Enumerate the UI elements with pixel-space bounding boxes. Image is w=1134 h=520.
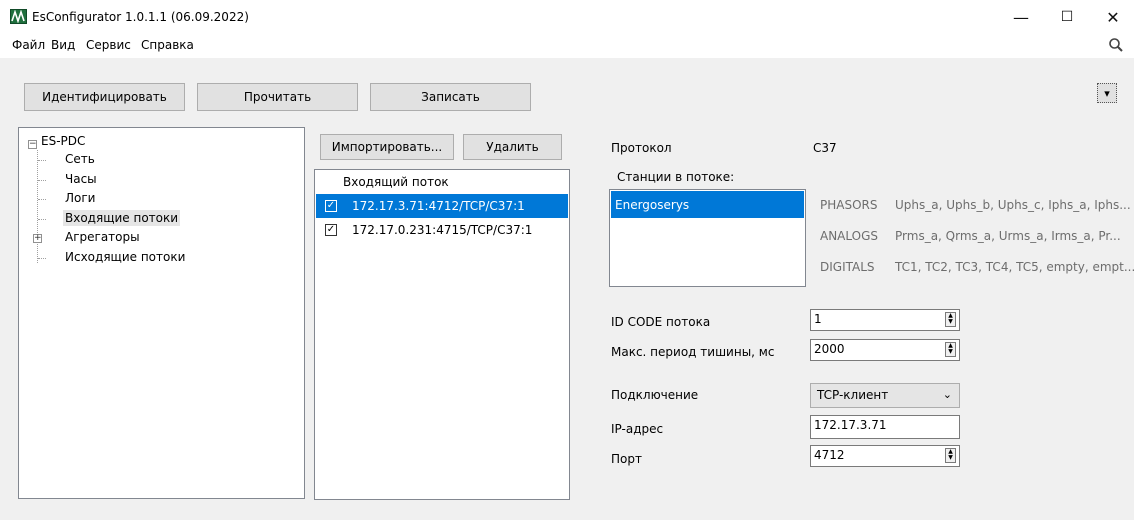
ip-field[interactable]: 172.17.3.71: [810, 415, 960, 439]
stations-list: Energoserys: [609, 189, 806, 287]
menu-file[interactable]: Файл: [12, 38, 45, 52]
stream-row[interactable]: ✓ 172.17.3.71:4712/TCP/C37:1: [316, 194, 568, 218]
tree-connector: [37, 150, 38, 263]
analogs-label: ANALOGS: [820, 229, 879, 243]
chevron-down-icon: ⌄: [942, 388, 952, 401]
port-field[interactable]: 4712 ▲ ▼: [810, 445, 960, 467]
ip-value: 172.17.3.71: [814, 418, 887, 432]
close-button[interactable]: ✕: [1090, 0, 1134, 34]
tree-item-logs[interactable]: Логи: [65, 191, 95, 205]
read-button[interactable]: Прочитать: [197, 83, 358, 111]
menu-bar: Файл Вид Сервис Справка: [0, 34, 1134, 58]
identify-button[interactable]: Идентифицировать: [24, 83, 185, 111]
search-icon[interactable]: [1108, 37, 1124, 56]
stream-row[interactable]: ✓ 172.17.0.231:4715/TCP/C37:1: [316, 219, 568, 241]
phasors-label: PHASORS: [820, 198, 878, 212]
idcode-field[interactable]: 1 ▲ ▼: [810, 309, 960, 331]
tree-connector: [38, 160, 46, 161]
tree-item-outgoing-streams[interactable]: Исходящие потоки: [65, 250, 185, 264]
phasors-value: Uphs_a, Uphs_b, Uphs_c, Iphs_a, Iphs...: [895, 198, 1131, 212]
connection-select[interactable]: TCP-клиент ⌄: [810, 383, 960, 408]
tree-connector: [38, 180, 46, 181]
silence-field[interactable]: 2000 ▲ ▼: [810, 339, 960, 361]
station-name: Energoserys: [615, 198, 690, 212]
tree-connector: [38, 199, 46, 200]
menu-help[interactable]: Справка: [141, 38, 194, 52]
station-row[interactable]: Energoserys: [611, 191, 804, 218]
stream-list: Входящий поток ✓ 172.17.3.71:4712/TCP/C3…: [314, 169, 570, 500]
device-tree: − ES-PDC Сеть Часы Логи Входящие потоки …: [18, 127, 305, 499]
idcode-label: ID CODE потока: [611, 315, 711, 329]
ip-label: IP-адрес: [611, 422, 664, 436]
analogs-value: Prms_a, Qrms_a, Urms_a, Irms_a, Pr...: [895, 229, 1121, 243]
tree-connector: [38, 219, 46, 220]
maximize-button[interactable]: ☐: [1044, 0, 1090, 34]
protocol-value: C37: [813, 141, 837, 155]
title-bar: EsConfigurator 1.0.1.1 (06.09.2022) — ☐ …: [0, 0, 1134, 34]
menu-view[interactable]: Вид: [51, 38, 75, 52]
port-value: 4712: [814, 448, 845, 462]
spin-arrows-icon[interactable]: ▲ ▼: [945, 448, 956, 463]
stream-label: 172.17.3.71:4712/TCP/C37:1: [352, 199, 525, 213]
digitals-label: DIGITALS: [820, 260, 875, 274]
menu-service[interactable]: Сервис: [86, 38, 131, 52]
app-logo-icon: [10, 9, 27, 24]
silence-label: Макс. период тишины, мс: [611, 345, 775, 359]
minimize-button[interactable]: —: [998, 0, 1044, 34]
tree-root[interactable]: ES-PDC: [41, 134, 85, 148]
spin-arrows-icon[interactable]: ▲ ▼: [945, 342, 956, 357]
expand-icon[interactable]: +: [33, 234, 42, 243]
collapse-icon[interactable]: −: [28, 140, 37, 149]
tree-item-clock[interactable]: Часы: [65, 172, 97, 186]
port-label: Порт: [611, 452, 642, 466]
stream-checkbox[interactable]: ✓: [325, 224, 337, 236]
stream-label: 172.17.0.231:4715/TCP/C37:1: [352, 223, 533, 237]
delete-button[interactable]: Удалить: [463, 134, 562, 160]
silence-value: 2000: [814, 342, 845, 356]
stations-label: Станции в потоке:: [617, 170, 735, 184]
write-button[interactable]: Записать: [370, 83, 531, 111]
protocol-label: Протокол: [611, 141, 672, 155]
spin-arrows-icon[interactable]: ▲ ▼: [945, 312, 956, 327]
tree-connector: [38, 258, 46, 259]
window-title: EsConfigurator 1.0.1.1 (06.09.2022): [32, 10, 249, 24]
idcode-value: 1: [814, 312, 822, 326]
column-header[interactable]: Входящий поток: [343, 175, 449, 189]
digitals-value: TC1, TC2, TC3, TC4, TC5, empty, empt...: [895, 260, 1134, 274]
connection-label: Подключение: [611, 388, 699, 402]
tree-item-incoming-streams[interactable]: Входящие потоки: [63, 210, 181, 226]
stream-checkbox[interactable]: ✓: [325, 200, 337, 212]
options-dropdown-button[interactable]: ▾: [1097, 83, 1117, 103]
connection-value: TCP-клиент: [817, 388, 889, 402]
tree-item-network[interactable]: Сеть: [65, 152, 95, 166]
import-button[interactable]: Импортировать...: [320, 134, 454, 160]
tree-item-aggregators[interactable]: Агрегаторы: [65, 230, 140, 244]
